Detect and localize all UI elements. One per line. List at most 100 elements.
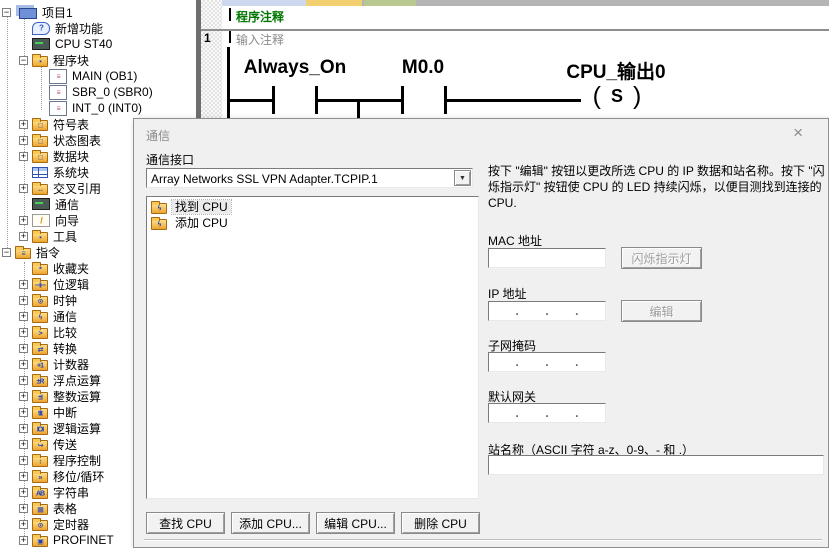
expand-toggle[interactable]: +	[19, 440, 28, 449]
expand-toggle[interactable]: +	[19, 216, 28, 225]
comment-separator	[201, 29, 829, 31]
expand-toggle[interactable]: +	[19, 424, 28, 433]
cross-reference-icon: ↔	[32, 184, 48, 195]
tree-item-label: 程序块	[53, 52, 89, 69]
pou-main-icon: ≡	[49, 69, 67, 84]
pou-sbr-icon: ≡	[49, 85, 67, 100]
expand-toggle[interactable]: +	[19, 472, 28, 481]
edit-button: 编辑	[621, 300, 702, 322]
mac-address-field	[488, 248, 606, 268]
lightning-folder-icon: ϟ	[151, 203, 167, 214]
expand-toggle[interactable]: +	[19, 360, 28, 369]
comm-instructions-icon: ϟ	[32, 312, 48, 323]
expand-toggle[interactable]: +	[19, 312, 28, 321]
coil-close-paren: )	[633, 83, 641, 109]
default-gateway-field: . . .	[488, 403, 606, 423]
expand-toggle[interactable]: +	[19, 504, 28, 513]
wizard-icon: /	[32, 214, 50, 227]
contact-operand-m0-0[interactable]: M0.0	[343, 57, 503, 79]
tab-strip-blue	[222, 0, 306, 6]
ip-dot: .	[545, 304, 548, 318]
counter-icon: +1	[32, 360, 48, 371]
network-comment[interactable]: 输入注释	[236, 31, 284, 48]
tree-item-label: SBR_0 (SBR0)	[72, 85, 153, 99]
delete-cpu-button[interactable]: 删除 CPU	[401, 512, 480, 534]
pou-tab-main[interactable]	[306, 0, 362, 6]
gateway-dot: .	[515, 406, 518, 420]
chevron-down-icon[interactable]: ▼	[454, 170, 471, 186]
ladder-wire	[227, 99, 272, 102]
tree-item[interactable]: ≡MAIN (OB1)	[0, 68, 196, 84]
tree-item-label: 收藏夹	[53, 260, 89, 277]
tree-item[interactable]: ≡ SBR_0 (SBR0)	[0, 84, 196, 100]
close-icon[interactable]: ×	[793, 124, 803, 141]
subnet-dot: .	[515, 355, 518, 369]
expand-toggle[interactable]: +	[19, 536, 28, 545]
tree-item[interactable]: ?新增功能	[0, 20, 196, 36]
expand-toggle[interactable]: +	[19, 136, 28, 145]
pou-tab-sbr0[interactable]	[364, 0, 416, 6]
station-name-input[interactable]	[488, 455, 824, 475]
subnet-dot: .	[545, 355, 548, 369]
tree-item-label: 交叉引用	[53, 180, 101, 197]
expand-toggle[interactable]: +	[19, 408, 28, 417]
collapse-toggle[interactable]: −	[2, 248, 11, 257]
interface-combobox[interactable]: Array Networks SSL VPN Adapter.TCPIP.1 ▼	[146, 168, 473, 188]
expand-toggle[interactable]: +	[19, 280, 28, 289]
expand-toggle[interactable]: +	[19, 344, 28, 353]
status-chart-icon: □	[32, 136, 48, 147]
expand-toggle[interactable]: +	[19, 488, 28, 497]
tree-item[interactable]: ≡INT_0 (INT0)	[0, 100, 196, 116]
expand-toggle[interactable]: +	[19, 456, 28, 465]
expand-toggle[interactable]: +	[19, 392, 28, 401]
lightning-folder-icon: ϟ	[151, 219, 167, 230]
expand-toggle[interactable]: +	[19, 232, 28, 241]
cpu-list-item[interactable]: ϟ添加 CPU	[147, 215, 478, 231]
dialog-title: 通信	[146, 127, 170, 144]
comment-cursor-bar	[229, 8, 231, 21]
program-comment[interactable]: 程序注释	[236, 8, 284, 25]
expand-toggle[interactable]: +	[19, 376, 28, 385]
tree-item-label: 通信	[53, 308, 77, 325]
tree-item-label: 浮点运算	[53, 372, 101, 389]
find-cpu-button[interactable]: 查找 CPU	[146, 512, 225, 534]
comment-cursor-bar	[229, 31, 231, 43]
tree-item-label: 向导	[55, 212, 79, 229]
dialog-instructions: 按下 "编辑" 按钮以更改所选 CPU 的 IP 数据和站名称。按下 "闪烁指示…	[488, 163, 828, 211]
interface-label: 通信接口	[146, 151, 194, 168]
convert-icon: ⇄	[32, 344, 48, 355]
data-block-icon: □	[32, 152, 48, 163]
tree-item[interactable]: −项目1	[0, 4, 196, 20]
coil-operand-cpu-output0[interactable]: CPU_输出0	[526, 57, 706, 84]
tree-item-label: INT_0 (INT0)	[72, 101, 142, 115]
collapse-toggle[interactable]: −	[19, 56, 28, 65]
tree-item[interactable]: CPU ST40	[0, 36, 196, 52]
tree-item-label: 计数器	[53, 356, 89, 373]
ip-address-field: . . .	[488, 301, 606, 321]
expand-toggle[interactable]: +	[19, 120, 28, 129]
expand-toggle[interactable]: +	[19, 184, 28, 193]
set-coil[interactable]: ( S )	[572, 81, 662, 111]
expand-toggle[interactable]: +	[19, 296, 28, 305]
collapse-toggle[interactable]: −	[2, 8, 11, 17]
add-cpu-button[interactable]: 添加 CPU...	[231, 512, 310, 534]
tree-item-label: 转换	[53, 340, 77, 357]
tree-item-label: 状态图表	[53, 132, 101, 149]
subnet-dot: .	[575, 355, 578, 369]
move-icon: ↪	[32, 440, 48, 451]
table-icon: ▦	[32, 504, 48, 515]
tree-item-label: 工具	[53, 228, 77, 245]
cpu-listbox[interactable]: ϟ找到 CPUϟ添加 CPU	[146, 196, 479, 499]
instructions-icon: ≡	[15, 248, 31, 259]
edit-cpu-button[interactable]: 编辑 CPU...	[316, 512, 395, 534]
system-block-icon	[32, 167, 48, 178]
gateway-dot: .	[575, 406, 578, 420]
expand-toggle[interactable]: +	[19, 520, 28, 529]
tree-item-label: 定时器	[53, 516, 89, 533]
communication-dialog: 通信 × 通信接口 Array Networks SSL VPN Adapter…	[133, 118, 829, 548]
expand-toggle[interactable]: +	[19, 328, 28, 337]
tree-item[interactable]: −▪程序块	[0, 52, 196, 68]
contact-leg	[401, 86, 404, 114]
expand-toggle[interactable]: +	[19, 152, 28, 161]
cpu-list-item[interactable]: ϟ找到 CPU	[147, 199, 478, 215]
